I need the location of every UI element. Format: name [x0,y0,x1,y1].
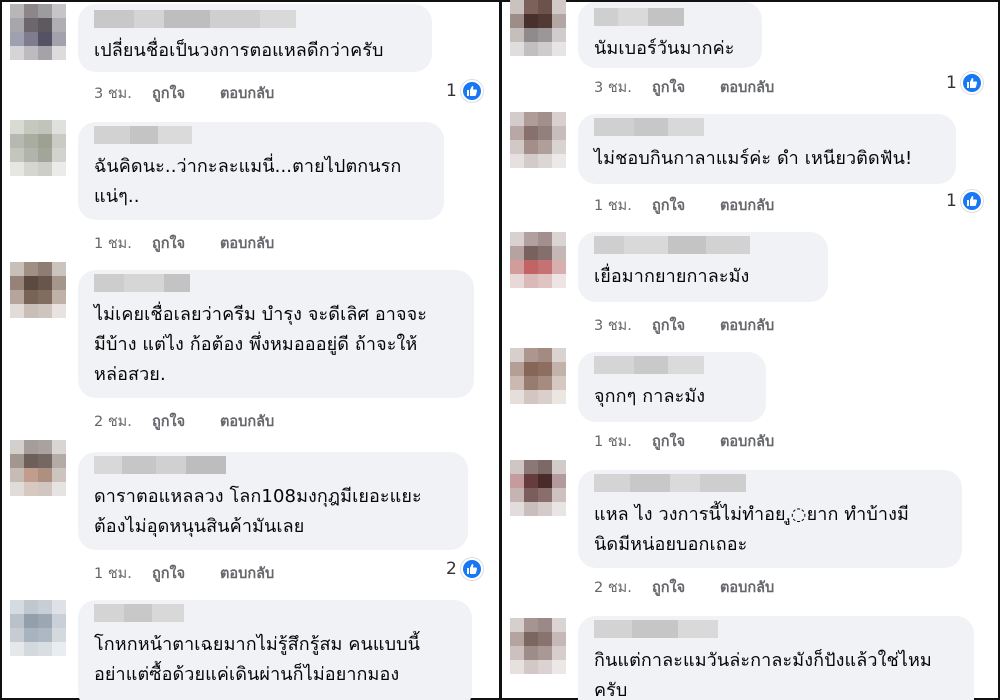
reply-button[interactable]: ตอบกลับ [720,76,774,99]
comment-actions: 1 ชม. ถูกใจ ตอบกลับ [594,430,774,453]
reaction-number: 1 [446,81,457,101]
comment-bubble: ไม่เคยเชื่อเลยว่าครีม บำรุง จะดีเลิศ อาจ… [78,270,474,398]
comment-actions: 3 ชม. ถูกใจ ตอบกลับ [594,76,774,99]
thumbs-up-icon [460,558,483,580]
comment-actions: 1 ชม. ถูกใจ ตอบกลับ [594,194,774,217]
comment-text: กินแต่กาละแมวันล่ะกาละมังก็ปังแล้วใช่ไหม… [594,650,932,700]
right-comment-panel: นัมเบอร์วันมากค่ะ 3 ชม. ถูกใจ ตอบกลับ 1 … [502,0,998,700]
like-button[interactable]: ถูกใจ [652,76,720,99]
comment-time[interactable]: 2 ชม. [594,576,652,599]
comment-time[interactable]: 3 ชม. [94,82,152,105]
avatar[interactable] [510,0,566,56]
avatar[interactable] [10,4,66,60]
reaction-number: 1 [946,191,957,211]
reply-button[interactable]: ตอบกลับ [720,314,774,337]
reply-button[interactable]: ตอบกลับ [720,576,774,599]
like-button[interactable]: ถูกใจ [152,410,220,433]
like-button[interactable]: ถูกใจ [652,194,720,217]
like-button[interactable]: ถูกใจ [652,430,720,453]
comment-text: จุกกๆ กาละมัง [594,386,706,407]
comment-bubble: ฉันคิดนะ..ว่ากะละแมนี่...ตายไปตกนรก แน่ๆ… [78,122,444,220]
like-button[interactable]: ถูกใจ [152,232,220,255]
comment-actions: 3 ชม. ถูกใจ ตอบกลับ [94,82,274,105]
like-button[interactable]: ถูกใจ [152,82,220,105]
comment-bubble: จุกกๆ กาละมัง [578,352,766,422]
reaction-count[interactable]: 1 [946,190,983,212]
thumbs-up-icon [960,72,983,94]
comment-bubble: แหล ไง วงการนี้ไม่ทำอย,ู◌ยาก ทำบ้างมี นิ… [578,470,962,568]
reply-button[interactable]: ตอบกลับ [720,194,774,217]
commenter-name-blurred[interactable] [94,274,458,292]
reply-button[interactable]: ตอบกลับ [220,562,274,585]
avatar[interactable] [10,600,66,656]
comment-bubble: ดาราตอแหลลวง โลก108มงกุฎมีเยอะแยะ ต้องไม… [78,452,468,550]
reaction-number: 1 [946,73,957,93]
comment-actions: 1 ชม. ถูกใจ ตอบกลับ [94,232,274,255]
comment-bubble: ไม่ชอบกินกาลาแมร์ค่ะ ดำ เหนียวติดฟัน! [578,114,956,184]
comment-time[interactable]: 1 ชม. [94,562,152,585]
commenter-name-blurred[interactable] [594,118,940,136]
reaction-count[interactable]: 1 [446,80,483,102]
comment-text: แหล ไง วงการนี้ไม่ทำอย,ู◌ยาก ทำบ้างมี นิ… [594,504,909,555]
comment-text: ไม่เคยเชื่อเลยว่าครีม บำรุง จะดีเลิศ อาจ… [94,304,428,385]
comment-bubble: นัมเบอร์วันมากค่ะ [578,2,762,68]
reaction-number: 2 [446,559,457,579]
comment-time[interactable]: 1 ชม. [594,430,652,453]
left-comment-panel: เปลี่ยนชื่อเป็นวงการตอแหลดีกว่าครับ 3 ชม… [2,0,499,700]
comment-time[interactable]: 3 ชม. [594,76,652,99]
comment-text: โกหกหน้าตาเฉยมากไม่รู้สึกรู้สม คนแบบนี้ … [94,634,421,685]
comment-bubble: กินแต่กาละแมวันล่ะกาละมังก็ปังแล้วใช่ไหม… [578,616,974,700]
avatar[interactable] [10,440,66,496]
comment-text: ดาราตอแหลลวง โลก108มงกุฎมีเยอะแยะ ต้องไม… [94,486,422,537]
avatar[interactable] [510,112,566,168]
like-button[interactable]: ถูกใจ [152,562,220,585]
comment-actions: 3 ชม. ถูกใจ ตอบกลับ [594,314,774,337]
commenter-name-blurred[interactable] [594,236,812,254]
comment-text: เยื่อมากยายกาละมัง [594,266,750,287]
avatar[interactable] [510,618,566,674]
avatar[interactable] [10,120,66,176]
avatar[interactable] [10,262,66,318]
avatar[interactable] [510,348,566,404]
commenter-name-blurred[interactable] [94,456,452,474]
reply-button[interactable]: ตอบกลับ [720,430,774,453]
commenter-name-blurred[interactable] [594,474,946,492]
commenter-name-blurred[interactable] [594,620,958,638]
thumbs-up-icon [460,80,483,102]
avatar[interactable] [510,232,566,288]
like-button[interactable]: ถูกใจ [652,576,720,599]
comment-text: เปลี่ยนชื่อเป็นวงการตอแหลดีกว่าครับ [94,40,384,61]
reply-button[interactable]: ตอบกลับ [220,410,274,433]
reply-button[interactable]: ตอบกลับ [220,82,274,105]
commenter-name-blurred[interactable] [594,356,750,374]
commenter-name-blurred[interactable] [94,604,456,622]
reply-button[interactable]: ตอบกลับ [220,232,274,255]
commenter-name-blurred[interactable] [594,8,746,26]
commenter-name-blurred[interactable] [94,10,416,28]
commenter-name-blurred[interactable] [94,126,428,144]
thumbs-up-icon [960,190,983,212]
comment-time[interactable]: 3 ชม. [594,314,652,337]
comment-actions: 2 ชม. ถูกใจ ตอบกลับ [594,576,774,599]
comment-bubble: เยื่อมากยายกาละมัง [578,232,828,302]
comment-text: ไม่ชอบกินกาลาแมร์ค่ะ ดำ เหนียวติดฟัน! [594,148,913,169]
reaction-count[interactable]: 1 [946,72,983,94]
like-button[interactable]: ถูกใจ [652,314,720,337]
comment-time[interactable]: 1 ชม. [594,194,652,217]
comment-actions: 2 ชม. ถูกใจ ตอบกลับ [94,410,274,433]
reaction-count[interactable]: 2 [446,558,483,580]
comment-text: นัมเบอร์วันมากค่ะ [594,38,735,59]
avatar[interactable] [510,460,566,516]
comment-time[interactable]: 1 ชม. [94,232,152,255]
comment-bubble: โกหกหน้าตาเฉยมากไม่รู้สึกรู้สม คนแบบนี้ … [78,600,472,700]
comment-actions: 1 ชม. ถูกใจ ตอบกลับ [94,562,274,585]
comment-time[interactable]: 2 ชม. [94,410,152,433]
comment-bubble: เปลี่ยนชื่อเป็นวงการตอแหลดีกว่าครับ [78,4,432,72]
comment-text: ฉันคิดนะ..ว่ากะละแมนี่...ตายไปตกนรก แน่ๆ… [94,156,402,207]
